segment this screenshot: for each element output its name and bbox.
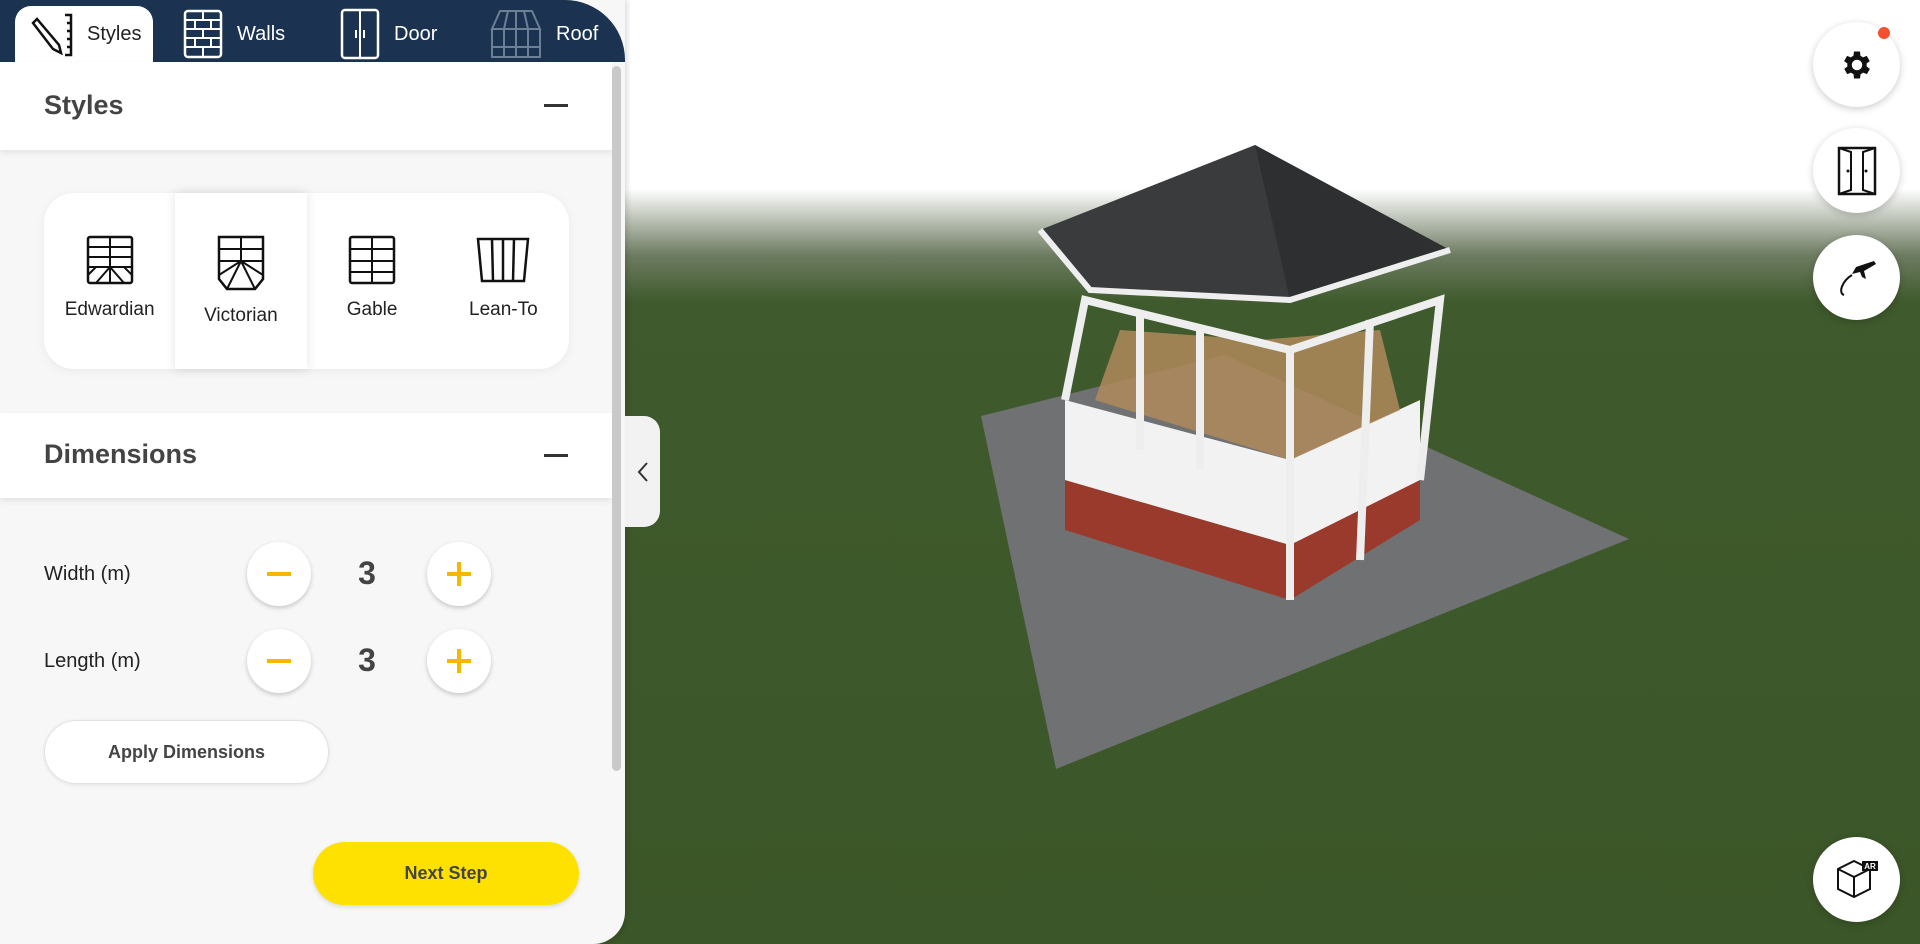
apply-dimensions-button[interactable]: Apply Dimensions bbox=[44, 720, 329, 784]
tab-styles[interactable]: Styles bbox=[15, 6, 153, 62]
style-option-edwardian[interactable]: Edwardian bbox=[44, 193, 175, 369]
gable-icon bbox=[348, 235, 396, 285]
chevron-left-icon bbox=[637, 461, 648, 482]
minus-icon bbox=[267, 659, 291, 663]
style-option-victorian[interactable]: Victorian bbox=[175, 193, 306, 369]
double-door-icon bbox=[1837, 146, 1876, 195]
brick-wall-icon bbox=[183, 9, 223, 59]
length-label: Length (m) bbox=[44, 650, 141, 672]
panel-scrollbar[interactable] bbox=[612, 66, 621, 771]
ar-cube-icon: AR bbox=[1836, 859, 1878, 898]
victorian-icon bbox=[217, 235, 265, 291]
styles-section-header[interactable]: Styles bbox=[0, 62, 612, 150]
minus-icon bbox=[267, 572, 291, 576]
style-option-gable[interactable]: Gable bbox=[307, 193, 438, 369]
step-tabs: Styles Walls Door Roof bbox=[0, 0, 625, 62]
roof-icon bbox=[490, 10, 542, 58]
plus-icon bbox=[447, 649, 471, 673]
tab-roof[interactable]: Roof bbox=[490, 6, 598, 62]
ar-view-button[interactable]: AR bbox=[1813, 837, 1900, 922]
style-options: Edwardian Victorian Gable Lean-To bbox=[44, 193, 569, 369]
dimensions-title: Dimensions bbox=[44, 439, 198, 469]
doors-view-button[interactable] bbox=[1813, 128, 1900, 213]
length-increase-button[interactable] bbox=[427, 629, 491, 693]
collapse-icon[interactable] bbox=[544, 104, 568, 107]
style-option-lean-to[interactable]: Lean-To bbox=[438, 193, 569, 369]
collapse-panel-handle[interactable] bbox=[625, 416, 660, 527]
tab-door[interactable]: Door bbox=[340, 6, 437, 62]
next-step-button[interactable]: Next Step bbox=[313, 842, 579, 905]
length-decrease-button[interactable] bbox=[247, 629, 311, 693]
notification-dot bbox=[1878, 27, 1890, 39]
width-decrease-button[interactable] bbox=[247, 542, 311, 606]
lean-to-icon bbox=[477, 237, 530, 283]
pencil-ruler-icon bbox=[31, 13, 73, 57]
door-icon bbox=[340, 8, 380, 60]
width-increase-button[interactable] bbox=[427, 542, 491, 606]
svg-text:AR: AR bbox=[1864, 862, 1876, 871]
gear-icon bbox=[1843, 51, 1870, 78]
tab-walls[interactable]: Walls bbox=[183, 6, 285, 62]
width-label: Width (m) bbox=[44, 563, 131, 585]
length-value: 3 bbox=[358, 642, 376, 678]
fly-around-icon bbox=[1839, 260, 1876, 296]
dimensions-section-header[interactable]: Dimensions bbox=[0, 413, 612, 498]
styles-title: Styles bbox=[44, 90, 124, 120]
collapse-icon[interactable] bbox=[544, 453, 568, 457]
width-value: 3 bbox=[358, 555, 376, 591]
configurator-panel: Styles Walls Door Roof Styles Edwardian … bbox=[0, 0, 625, 944]
fly-around-button[interactable] bbox=[1813, 235, 1900, 320]
edwardian-icon bbox=[86, 235, 133, 285]
plus-icon bbox=[447, 562, 471, 586]
